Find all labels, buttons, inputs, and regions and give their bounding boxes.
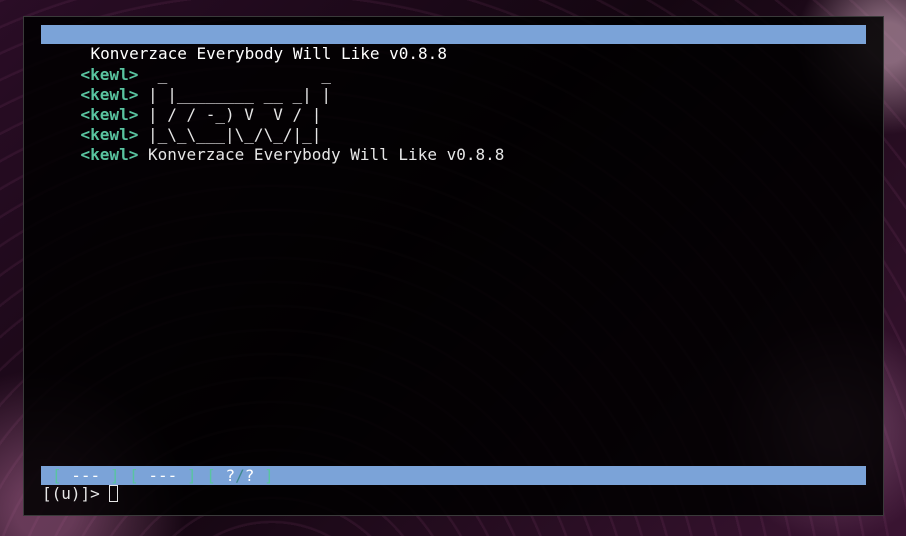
message-line: <kewl> |_\_\___|\_/\_/|_| [42, 105, 322, 144]
message-line: <kewl> Konverzace Everybody Will Like v0… [42, 125, 505, 164]
status-segment-channel: --- [138, 466, 187, 485]
input-prompt: [(u)]> [42, 484, 110, 503]
text-cursor [109, 485, 119, 502]
message-prompt: <kewl> [80, 145, 139, 164]
status-bracket: ] [186, 466, 197, 485]
status-separator: / [235, 466, 245, 485]
message-line: <kewl> | |________ __ _| | [42, 65, 331, 104]
status-bracket: [ [129, 466, 139, 485]
message-line: <kewl> _ _ [42, 45, 331, 84]
status-bracket: [ [206, 466, 216, 485]
status-bracket: [ [52, 466, 62, 485]
status-bar: [ --- ] [ --- ] [ ?/? ] [41, 466, 866, 485]
window-title-bar: Konverzace Everybody Will Like v0.8.8 [41, 25, 866, 63]
message-text: Konverzace Everybody Will Like v0.8.8 [147, 145, 505, 164]
status-segment-count-left: ? [215, 466, 236, 485]
command-input-line[interactable]: [(u)]> [42, 484, 119, 504]
message-line: <kewl> | / / -_) V V / | [42, 85, 322, 124]
terminal-window[interactable]: Konverzace Everybody Will Like v0.8.8 <k… [23, 16, 884, 516]
status-bracket: ] [264, 466, 274, 485]
status-segment-count-right: ? [244, 466, 264, 485]
status-bracket: ] [109, 466, 120, 485]
status-segment-window: --- [61, 466, 110, 485]
